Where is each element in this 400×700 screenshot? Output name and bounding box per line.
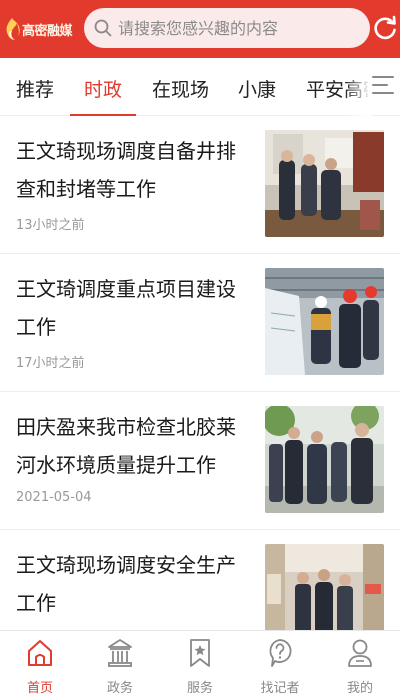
channel-menu-icon[interactable] (372, 76, 394, 98)
news-time: 13小时之前 (16, 218, 85, 233)
nav-government[interactable]: 政务 (80, 631, 160, 700)
refresh-icon[interactable] (372, 14, 398, 42)
tab-politics[interactable]: 时政 (84, 75, 122, 102)
bookmark-star-icon (186, 637, 214, 669)
question-bubble-icon (266, 637, 294, 669)
tab-recommend[interactable]: 推荐 (16, 75, 54, 102)
channel-tabs: 推荐 时政 在现场 小康 平安高密 (0, 58, 400, 116)
news-time: 2021-05-04 (16, 490, 92, 505)
bottom-navigation: 首页 政务 服务 找记者 我的 (0, 630, 400, 700)
nav-label: 找记者 (260, 681, 300, 696)
home-icon (26, 637, 54, 669)
news-title: 王文琦现场调度自备井排查和封堵等工作 (16, 139, 236, 201)
news-thumbnail (265, 544, 384, 630)
news-title: 田庆盈来我市检查北胶莱河水环境质量提升工作 (16, 415, 236, 477)
flame-logo-icon (4, 17, 20, 41)
news-title: 王文琦调度重点项目建设工作 (16, 277, 236, 339)
news-item[interactable]: 王文琦现场调度安全生产工作 (0, 530, 400, 630)
news-item[interactable]: 田庆盈来我市检查北胶莱河水环境质量提升工作 2021-05-04 (0, 392, 400, 530)
logo-text: 高密融媒 (22, 23, 73, 39)
top-bar: 高密融媒 (0, 0, 400, 58)
news-thumbnail (265, 406, 384, 513)
search-box[interactable] (84, 8, 370, 48)
nav-service[interactable]: 服务 (160, 631, 240, 700)
tab-fade-edge (345, 58, 371, 116)
news-item[interactable]: 王文琦调度重点项目建设工作 17小时之前 (0, 254, 400, 392)
tab-xiaokang[interactable]: 小康 (238, 75, 276, 102)
news-item[interactable]: 王文琦现场调度自备井排查和封堵等工作 13小时之前 (0, 116, 400, 254)
news-thumbnail (265, 130, 384, 237)
nav-find-reporter[interactable]: 找记者 (240, 631, 320, 700)
news-thumbnail (265, 268, 384, 375)
nav-label: 首页 (26, 681, 53, 696)
app-logo: 高密融媒 (4, 9, 84, 49)
news-feed: 王文琦现场调度自备井排查和封堵等工作 13小时之前 王文琦调度重点项目建设工作 … (0, 116, 400, 630)
government-icon (106, 637, 134, 669)
news-time: 17小时之前 (16, 356, 85, 371)
news-title: 王文琦现场调度安全生产工作 (16, 553, 236, 615)
app-root: 高密融媒 推荐 时政 在现场 小康 平安高密 (0, 0, 400, 700)
nav-label: 政务 (106, 681, 133, 696)
search-input[interactable] (118, 18, 358, 38)
nav-home[interactable]: 首页 (0, 631, 80, 700)
nav-label: 我的 (346, 681, 373, 696)
nav-mine[interactable]: 我的 (320, 631, 400, 700)
search-icon (94, 19, 112, 37)
tab-on-site[interactable]: 在现场 (152, 75, 209, 102)
user-icon (346, 637, 374, 669)
nav-label: 服务 (186, 681, 213, 696)
